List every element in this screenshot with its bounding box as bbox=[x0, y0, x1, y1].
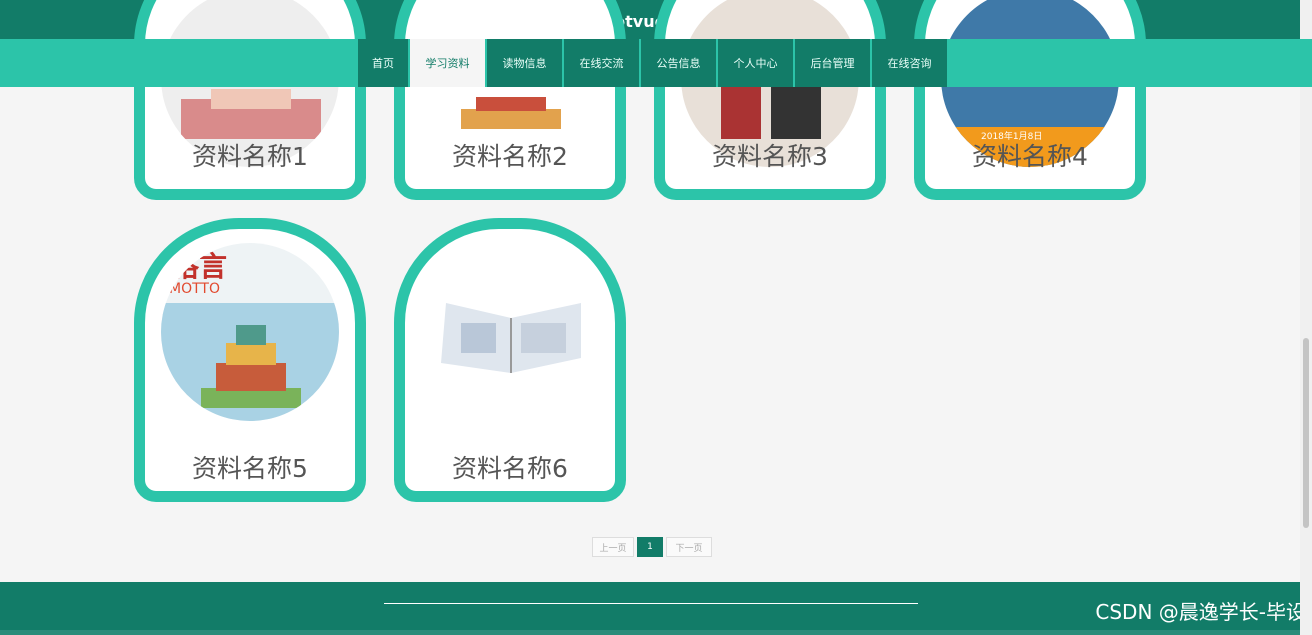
scrollbar-thumb[interactable] bbox=[1303, 338, 1309, 528]
material-card[interactable]: 格言 MOTTO 资料名称5 bbox=[134, 218, 366, 502]
prev-page-button[interactable]: 上一页 bbox=[592, 537, 634, 557]
footer-strip bbox=[0, 630, 1312, 635]
card-title[interactable]: 资料名称3 bbox=[665, 137, 875, 173]
cover-title: 格言 bbox=[171, 250, 228, 283]
card-title[interactable]: 资料名称2 bbox=[405, 137, 615, 173]
cover-image bbox=[421, 243, 599, 421]
material-card[interactable]: 资料名称1 bbox=[134, 0, 366, 200]
material-card[interactable]: 资料名称3 bbox=[654, 0, 886, 200]
scrollbar[interactable] bbox=[1300, 0, 1312, 635]
nav-online-forum[interactable]: 在线交流 bbox=[564, 39, 639, 87]
nav-home[interactable]: 首页 bbox=[358, 39, 408, 87]
material-card[interactable]: 资料名称6 bbox=[394, 218, 626, 502]
nav-announcements[interactable]: 公告信息 bbox=[641, 39, 716, 87]
card-title[interactable]: 资料名称4 bbox=[925, 137, 1135, 173]
watermark-text: CSDN @晨逸学长-毕设 bbox=[1095, 600, 1306, 624]
card-title[interactable]: 资料名称6 bbox=[405, 449, 615, 485]
card-title[interactable]: 资料名称5 bbox=[145, 449, 355, 485]
material-card[interactable]: 2018年1月8日 资料名称4 bbox=[914, 0, 1146, 200]
card-title[interactable]: 资料名称1 bbox=[145, 137, 355, 173]
nav-reading-info[interactable]: 读物信息 bbox=[487, 39, 562, 87]
nav-learning-materials[interactable]: 学习资料 bbox=[410, 39, 485, 87]
nav-admin[interactable]: 后台管理 bbox=[795, 39, 870, 87]
nav-personal-center[interactable]: 个人中心 bbox=[718, 39, 793, 87]
main-nav: 首页 学习资料 读物信息 在线交流 公告信息 个人中心 后台管理 在线咨询 bbox=[0, 39, 1312, 87]
pagination: 上一页 1 下一页 bbox=[592, 537, 712, 557]
next-page-button[interactable]: 下一页 bbox=[666, 537, 712, 557]
cover-subtitle: MOTTO bbox=[169, 281, 220, 297]
nav-online-consult[interactable]: 在线咨询 bbox=[872, 39, 947, 87]
page-1-button[interactable]: 1 bbox=[637, 537, 663, 557]
material-card[interactable]: 资料名称2 bbox=[394, 0, 626, 200]
cover-image: 格言 MOTTO bbox=[161, 243, 339, 421]
footer-divider bbox=[384, 603, 918, 604]
